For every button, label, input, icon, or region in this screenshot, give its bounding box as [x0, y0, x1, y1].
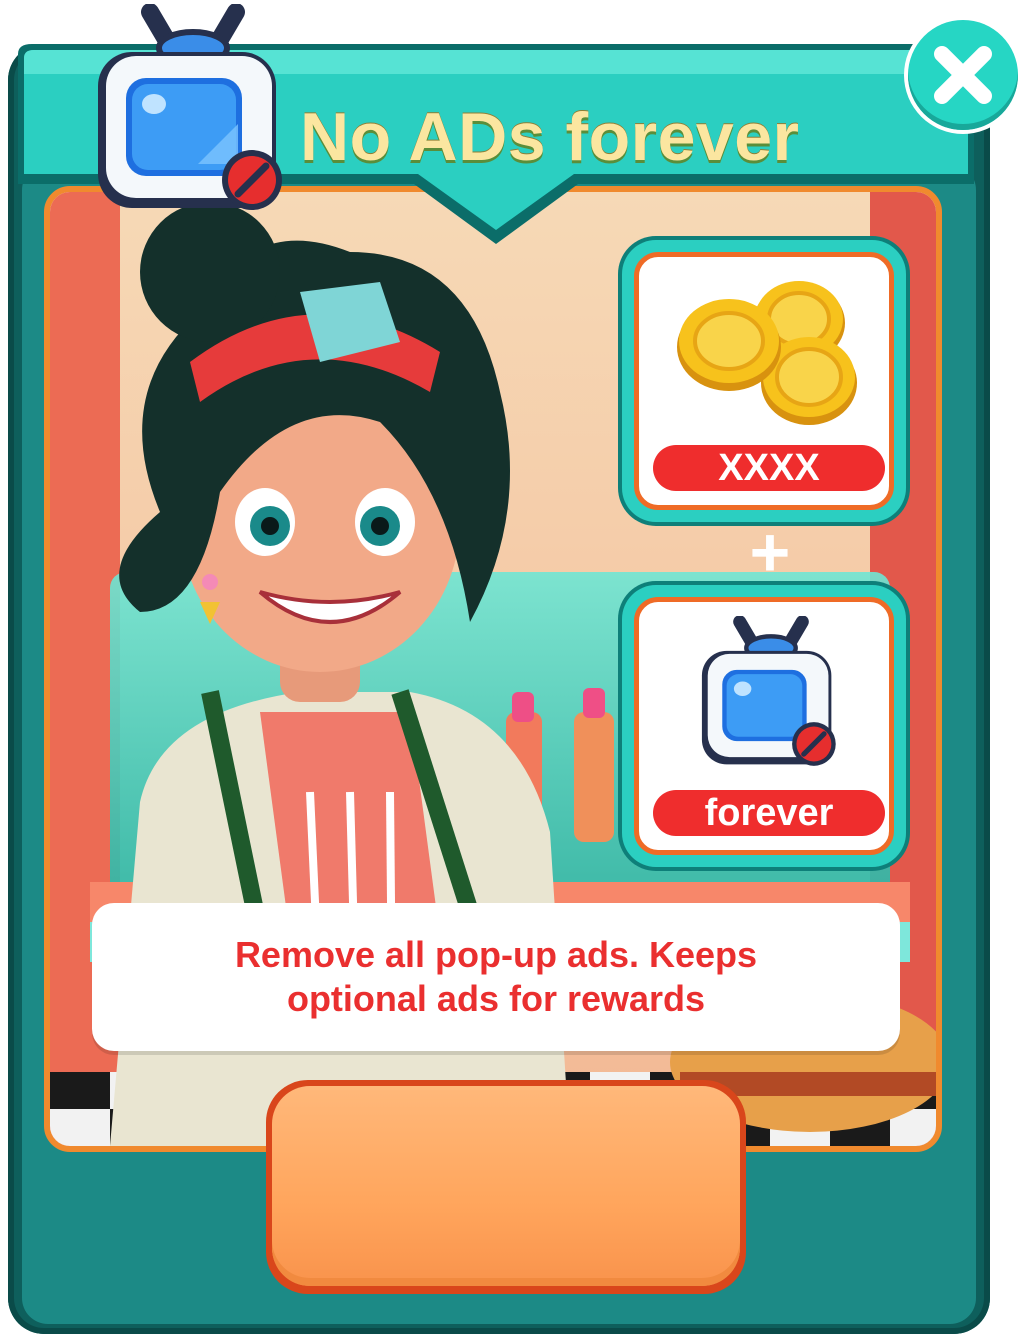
popup-title: No ADs forever [300, 99, 800, 175]
description-text: Remove all pop-up ads. Keeps optional ad… [234, 934, 758, 1019]
purchase-button[interactable] [266, 1080, 746, 1294]
plus-sign: + [749, 513, 791, 591]
purchase-button-face [272, 1086, 740, 1286]
description-box: Remove all pop-up ads. Keeps optional ad… [92, 903, 900, 1051]
close-button[interactable] [908, 20, 1018, 130]
reward-duration-label: forever [653, 790, 885, 836]
no-ads-tv-icon [98, 4, 282, 210]
gold-coins-icon [677, 281, 857, 425]
close-icon [934, 46, 992, 104]
reward-card-coins: XXXX [622, 240, 906, 522]
no-ads-tv-icon [701, 616, 836, 766]
reward-card-no-ads: forever [622, 585, 906, 867]
reward-card-face: XXXX [634, 252, 894, 510]
reward-card-face: forever [634, 597, 894, 855]
reward-amount-label: XXXX [653, 445, 885, 491]
